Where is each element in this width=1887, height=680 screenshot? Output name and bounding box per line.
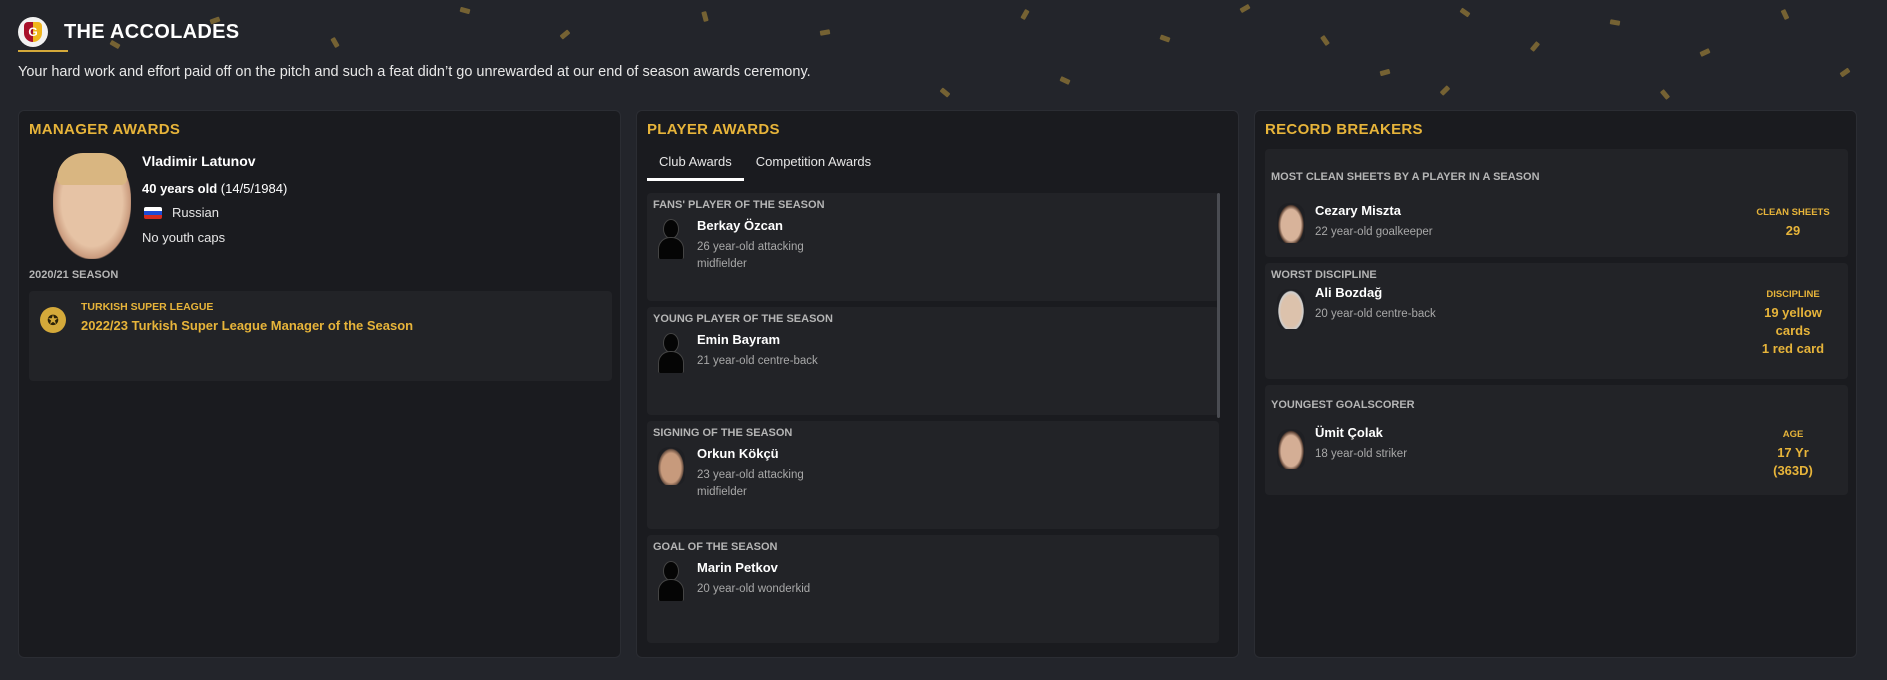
player-awards-panel: PLAYER AWARDS Club Awards Competition Aw…: [636, 110, 1239, 658]
manager-nationality: Russian: [172, 205, 219, 220]
player-name[interactable]: Berkay Özcan: [697, 218, 783, 233]
stat-label: CLEAN SHEETS: [1756, 207, 1830, 218]
player-description: 18 year-old striker: [1315, 448, 1408, 460]
stat-value: 29: [1785, 223, 1801, 238]
russia-flag-icon: [144, 207, 162, 219]
stat-value: cards: [1775, 323, 1811, 338]
stat-value: 1 red card: [1761, 341, 1825, 356]
record-label: MOST CLEAN SHEETS BY A PLAYER IN A SEASO…: [1271, 171, 1540, 183]
player-photo: [657, 447, 685, 485]
player-award-card[interactable]: YOUNG PLAYER OF THE SEASON Emin Bayram 2…: [647, 307, 1219, 415]
player-description: 26 year-old attacking midfielder: [697, 241, 804, 270]
record-card[interactable]: MOST CLEAN SHEETS BY A PLAYER IN A SEASO…: [1265, 149, 1848, 257]
player-silhouette-icon: [657, 219, 685, 259]
manager-age: 40 years old: [142, 181, 218, 196]
scrollbar[interactable]: [1217, 193, 1220, 418]
award-medal-icon: ✪: [40, 307, 66, 333]
player-description: 20 year-old centre-back: [1315, 308, 1436, 320]
page-subtitle: Your hard work and effort paid off on th…: [18, 64, 811, 80]
tab-competition-awards[interactable]: Competition Awards: [744, 151, 883, 181]
manager-award-card[interactable]: ✪ TURKISH SUPER LEAGUE 2022/23 Turkish S…: [29, 291, 612, 381]
award-label: GOAL OF THE SEASON: [653, 541, 778, 553]
club-crest-icon: G: [18, 17, 48, 47]
record-breakers-title: RECORD BREAKERS: [1265, 121, 1423, 138]
stat-label: DISCIPLINE: [1766, 289, 1820, 300]
page-header: G THE ACCOLADES: [18, 10, 239, 54]
award-tabs: Club Awards Competition Awards: [647, 151, 883, 181]
stat-label: AGE: [1782, 429, 1804, 440]
player-name[interactable]: Ali Bozdağ: [1315, 285, 1382, 300]
manager-awards-title: MANAGER AWARDS: [29, 121, 181, 138]
player-silhouette-icon: [657, 561, 685, 601]
manager-avatar-hair: [57, 153, 127, 185]
page-title: THE ACCOLADES: [64, 20, 240, 43]
player-photo: [1277, 289, 1305, 329]
player-award-card[interactable]: FANS' PLAYER OF THE SEASON Berkay Özcan …: [647, 193, 1219, 301]
player-silhouette-icon: [657, 333, 685, 373]
record-card[interactable]: YOUNGEST GOALSCORER Ümit Çolak 18 year-o…: [1265, 385, 1848, 495]
player-award-card[interactable]: SIGNING OF THE SEASON Orkun Kökçü 23 yea…: [647, 421, 1219, 529]
tab-club-awards[interactable]: Club Awards: [647, 151, 744, 181]
stat-value: (363D): [1773, 463, 1813, 478]
player-name[interactable]: Cezary Miszta: [1315, 203, 1401, 218]
manager-youth-caps: No youth caps: [142, 230, 226, 245]
record-breakers-panel: RECORD BREAKERS MOST CLEAN SHEETS BY A P…: [1254, 110, 1857, 658]
player-name[interactable]: Emin Bayram: [697, 332, 780, 347]
stat-value: 17 Yr: [1777, 445, 1809, 460]
manager-awards-panel: MANAGER AWARDS Vladimir Latunov 40 years…: [18, 110, 621, 658]
player-photo: [1277, 203, 1305, 243]
award-label: FANS' PLAYER OF THE SEASON: [653, 199, 825, 211]
award-competition: TURKISH SUPER LEAGUE: [81, 301, 214, 313]
player-description: 20 year-old wonderkid: [697, 583, 811, 595]
record-card[interactable]: WORST DISCIPLINE Ali Bozdağ 20 year-old …: [1265, 263, 1848, 379]
award-label: SIGNING OF THE SEASON: [653, 427, 793, 439]
player-photo: [1277, 429, 1305, 469]
player-description: 22 year-old goalkeeper: [1315, 226, 1433, 238]
title-underline: [18, 50, 68, 52]
player-award-card[interactable]: GOAL OF THE SEASON Marin Petkov 20 year-…: [647, 535, 1219, 643]
player-awards-title: PLAYER AWARDS: [647, 121, 780, 138]
player-name[interactable]: Ümit Çolak: [1315, 425, 1383, 440]
award-name: 2022/23 Turkish Super League Manager of …: [81, 318, 414, 333]
player-description: 21 year-old centre-back: [697, 355, 818, 367]
record-label: YOUNGEST GOALSCORER: [1271, 399, 1415, 411]
manager-age-line: 40 years old (14/5/1984): [142, 181, 287, 196]
award-label: YOUNG PLAYER OF THE SEASON: [653, 313, 833, 325]
player-award-list[interactable]: FANS' PLAYER OF THE SEASON Berkay Özcan …: [647, 193, 1224, 645]
manager-dob: (14/5/1984): [220, 181, 288, 196]
record-label: WORST DISCIPLINE: [1271, 269, 1377, 281]
player-description: 23 year-old attacking midfielder: [697, 469, 804, 498]
player-name[interactable]: Orkun Kökçü: [697, 446, 779, 461]
confetti-background: [0, 0, 1887, 110]
player-name[interactable]: Marin Petkov: [697, 560, 778, 575]
manager-name[interactable]: Vladimir Latunov: [142, 153, 256, 169]
stat-value: 19 yellow: [1764, 305, 1822, 320]
season-label: 2020/21 SEASON: [29, 269, 119, 281]
